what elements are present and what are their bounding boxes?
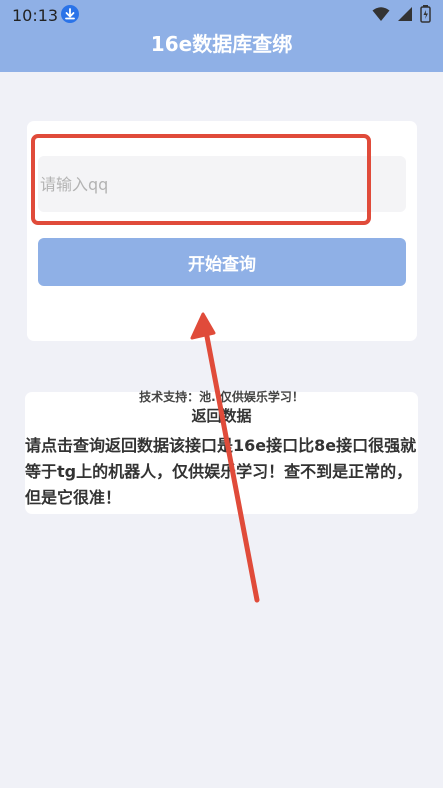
download-icon [61,5,79,23]
signal-icon [397,6,413,26]
battery-icon [420,5,431,27]
status-bar: 10:13 [0,0,443,28]
status-icons [372,5,431,27]
support-text: 技术支持：池. 仅供娱乐学习！ [139,390,304,404]
wifi-icon [372,6,390,26]
result-title: 返回数据 [191,407,252,425]
result-text: 请点击查询返回数据该接口是16e接口比8e接口很强就等于tg上的机器人，仅供娱乐… [25,436,417,507]
app-bar: 16e数据库查绑 [0,28,443,72]
page-title: 16e数据库查绑 [150,32,293,56]
highlight-box [31,134,371,225]
status-time: 10:13 [12,6,59,25]
start-query-button[interactable]: 开始查询 [38,238,406,286]
